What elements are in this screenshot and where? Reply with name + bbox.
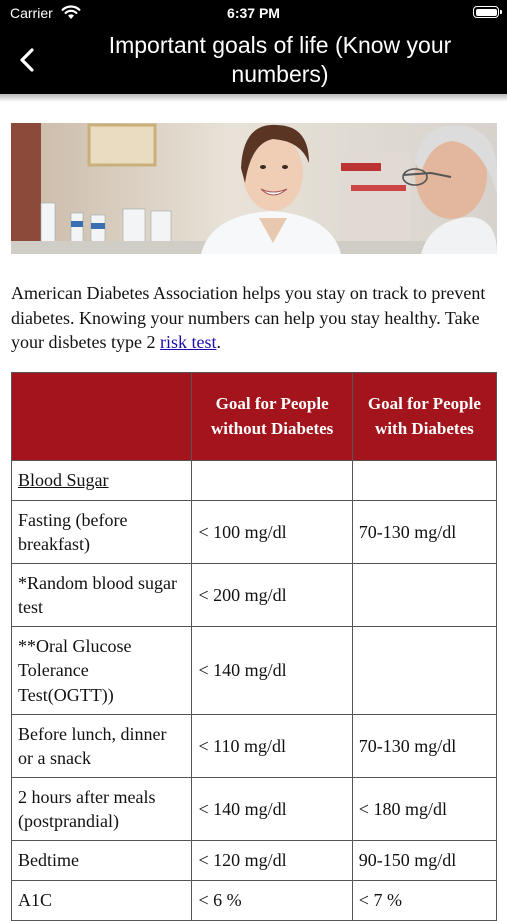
intro-suffix: . (216, 332, 221, 352)
header-without-diabetes: Goal for People without Diabetes (191, 372, 353, 461)
battery-icon (473, 6, 502, 18)
goal-without: < 200 mg/dl (191, 563, 353, 627)
table-row: Fasting (before breakfast) < 100 mg/dl 7… (10, 500, 498, 564)
status-bar: Carrier 6:37 PM (0, 0, 507, 28)
header-label (10, 372, 193, 461)
status-time: 6:37 PM (227, 5, 280, 21)
chevron-left-icon (20, 48, 34, 72)
goal-without: < 110 mg/dl (191, 714, 353, 778)
table-header-row: Goal for People without Diabetes Goal fo… (10, 372, 498, 461)
row-label: 2 hours after meals (postprandial) (10, 777, 193, 841)
risk-test-link[interactable]: risk test (160, 332, 217, 352)
table-row: Blood Sugar (10, 460, 498, 501)
row-label: Blood Sugar (10, 460, 193, 501)
app-header: Carrier 6:37 PM Important goals of life … (0, 0, 507, 94)
section-heading: Blood Sugar (18, 470, 109, 491)
intro-text: American Diabetes Association helps you … (11, 283, 486, 352)
table-row: A1C < 6 % < 7 % (10, 880, 498, 921)
page-title: Important goals of life (Know your numbe… (108, 32, 452, 87)
row-label: **Oral Glucose Tolerance Test(OGTT)) (10, 626, 193, 715)
goal-without: < 100 mg/dl (191, 500, 353, 564)
goals-table: Goal for People without Diabetes Goal fo… (10, 372, 498, 921)
goal-with: < 180 mg/dl (351, 777, 498, 841)
goal-with (351, 626, 498, 715)
row-label: Fasting (before breakfast) (10, 500, 193, 564)
goal-without (191, 460, 353, 501)
back-button[interactable] (12, 40, 48, 80)
table-row: Bedtime < 120 mg/dl 90-150 mg/dl (10, 840, 498, 881)
goal-with: 70-130 mg/dl (351, 500, 498, 564)
table-row: *Random blood sugar test < 200 mg/dl (10, 563, 498, 627)
goal-with (351, 563, 498, 627)
table-row: 2 hours after meals (postprandial) < 140… (10, 777, 498, 841)
goal-without: < 140 mg/dl (191, 626, 353, 715)
goal-with: < 7 % (351, 880, 498, 921)
table-row: Before lunch, dinner or a snack < 110 mg… (10, 714, 498, 778)
intro-paragraph: American Diabetes Association helps you … (11, 281, 497, 355)
row-label: Bedtime (10, 840, 193, 881)
header-shadow (0, 94, 507, 102)
goal-with: 90-150 mg/dl (351, 840, 498, 881)
hero-image (11, 123, 497, 254)
row-label: Before lunch, dinner or a snack (10, 714, 193, 778)
header-with-diabetes: Goal for People with Diabetes (351, 372, 498, 461)
goal-with (351, 460, 498, 501)
table-row: **Oral Glucose Tolerance Test(OGTT)) < 1… (10, 626, 498, 715)
goal-with: 70-130 mg/dl (351, 714, 498, 778)
goal-without: < 120 mg/dl (191, 840, 353, 881)
goal-without: < 6 % (191, 880, 353, 921)
row-label: *Random blood sugar test (10, 563, 193, 627)
row-label: A1C (10, 880, 193, 921)
goal-without: < 140 mg/dl (191, 777, 353, 841)
